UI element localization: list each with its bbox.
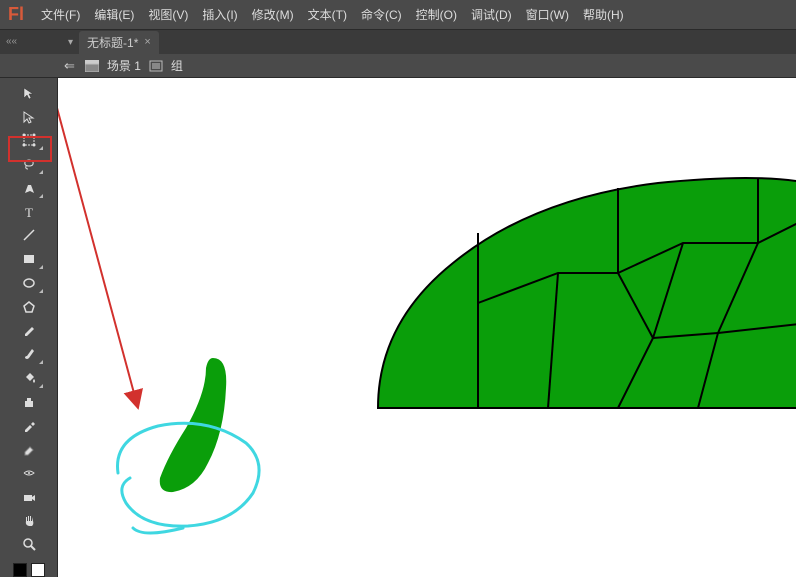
stroke-color-swatch[interactable] bbox=[13, 563, 27, 577]
oval-tool[interactable] bbox=[14, 272, 44, 294]
menu-help[interactable]: 帮助(H) bbox=[576, 0, 631, 29]
color-swatches bbox=[13, 563, 45, 577]
breadcrumb-group[interactable]: 组 bbox=[171, 57, 183, 74]
camera-tool[interactable] bbox=[14, 486, 44, 508]
menu-modify[interactable]: 修改(M) bbox=[245, 0, 301, 29]
edit-bar: ⇐ 场景 1 组 bbox=[0, 54, 796, 78]
rectangle-tool[interactable] bbox=[14, 248, 44, 270]
menu-text[interactable]: 文本(T) bbox=[301, 0, 354, 29]
free-transform-tool[interactable] bbox=[14, 130, 44, 152]
svg-text:T: T bbox=[25, 205, 33, 219]
text-tool[interactable]: T bbox=[14, 201, 44, 223]
width-tool[interactable] bbox=[14, 462, 44, 484]
tab-menu-icon[interactable]: ▾ bbox=[62, 37, 79, 48]
menu-insert[interactable]: 插入(I) bbox=[195, 0, 244, 29]
ink-bottle-tool[interactable] bbox=[14, 391, 44, 413]
menu-debug[interactable]: 调试(D) bbox=[464, 0, 519, 29]
app-logo: Fl bbox=[4, 4, 34, 25]
panel-collapse-icon[interactable]: «« bbox=[6, 36, 17, 47]
selection-tool[interactable] bbox=[14, 82, 44, 104]
subselection-tool[interactable] bbox=[14, 106, 44, 128]
breadcrumb-scene[interactable]: 场景 1 bbox=[107, 57, 141, 74]
stage-canvas[interactable] bbox=[58, 78, 796, 577]
line-tool[interactable] bbox=[14, 225, 44, 247]
scene-clapper-icon[interactable] bbox=[85, 60, 99, 72]
menu-bar: Fl 文件(F) 编辑(E) 视图(V) 插入(I) 修改(M) 文本(T) 命… bbox=[0, 0, 796, 30]
tools-panel: T bbox=[0, 78, 58, 577]
menu-control[interactable]: 控制(O) bbox=[409, 0, 464, 29]
shape-turtle-shell bbox=[378, 178, 796, 408]
zoom-tool[interactable] bbox=[14, 533, 44, 555]
lasso-tool[interactable] bbox=[14, 153, 44, 175]
canvas-content bbox=[58, 78, 796, 577]
eraser-tool[interactable] bbox=[14, 438, 44, 460]
menu-commands[interactable]: 命令(C) bbox=[354, 0, 409, 29]
paint-bucket-tool[interactable] bbox=[14, 367, 44, 389]
pen-tool[interactable] bbox=[14, 177, 44, 199]
document-tab-label: 无标题-1* bbox=[87, 34, 138, 51]
menu-file[interactable]: 文件(F) bbox=[34, 0, 87, 29]
menu-window[interactable]: 窗口(W) bbox=[519, 0, 576, 29]
group-icon[interactable] bbox=[149, 60, 163, 72]
menu-view[interactable]: 视图(V) bbox=[141, 0, 195, 29]
fill-color-swatch[interactable] bbox=[31, 563, 45, 577]
pencil-tool[interactable] bbox=[14, 320, 44, 342]
brush-tool[interactable] bbox=[14, 343, 44, 365]
polystar-tool[interactable] bbox=[14, 296, 44, 318]
hand-tool[interactable] bbox=[14, 510, 44, 532]
eyedropper-tool[interactable] bbox=[14, 415, 44, 437]
document-tab[interactable]: 无标题-1* × bbox=[79, 31, 159, 54]
back-button[interactable]: ⇐ bbox=[62, 58, 77, 74]
menu-edit[interactable]: 编辑(E) bbox=[87, 0, 141, 29]
document-tab-bar: «« ▾ 无标题-1* × bbox=[0, 30, 796, 54]
tab-close-icon[interactable]: × bbox=[144, 36, 150, 48]
